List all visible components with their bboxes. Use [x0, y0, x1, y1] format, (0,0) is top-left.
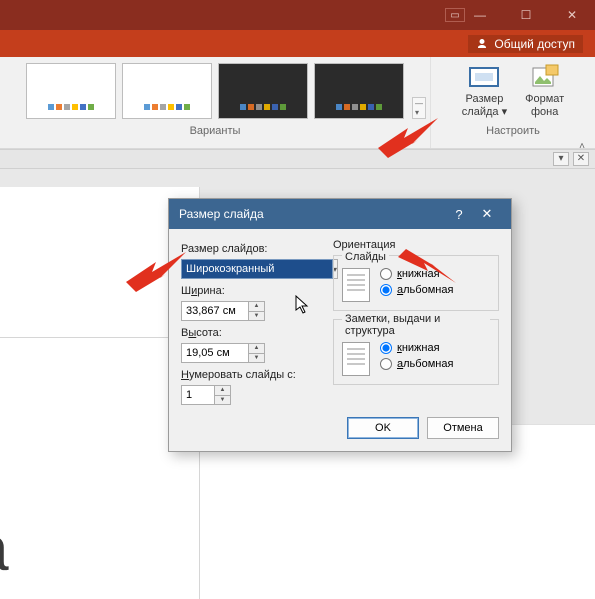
slides-size-label: Размер слайдов:: [181, 243, 321, 255]
slide-size-dialog: Размер слайда ? ✕ Размер слайдов: ▾ Шири…: [168, 198, 512, 452]
notes-portrait-radio[interactable]: книжная: [380, 342, 453, 354]
numbering-label: Нумеровать слайды с:: [181, 369, 321, 381]
ribbon: —▾ Варианты Размер слайда ▾ Формат фона …: [0, 57, 595, 149]
notes-legend: Заметки, выдачи и структура: [342, 313, 490, 337]
width-label: Ширина:: [181, 285, 321, 297]
variant-thumb[interactable]: [122, 63, 212, 119]
numbering-input[interactable]: [181, 385, 215, 405]
slide-size-icon: [467, 63, 501, 91]
share-icon: [476, 38, 488, 50]
notes-orientation-fieldset: Заметки, выдачи и структура книжная альб…: [333, 319, 499, 385]
dialog-close-button[interactable]: ✕: [473, 206, 501, 222]
page-portrait-icon: [342, 268, 370, 302]
dialog-titlebar[interactable]: Размер слайда ? ✕: [169, 199, 511, 229]
ribbon-share-row: Общий доступ: [0, 30, 595, 57]
ok-button[interactable]: OK: [347, 417, 419, 439]
height-spinner[interactable]: ▲▼: [181, 343, 321, 363]
variant-thumb[interactable]: [218, 63, 308, 119]
slide-title-fragment: да: [0, 514, 9, 585]
variant-thumb[interactable]: [26, 63, 116, 119]
variants-group-label: Варианты: [190, 125, 241, 137]
slide-size-label: Размер слайда ▾: [462, 93, 507, 119]
dialog-title: Размер слайда: [179, 207, 264, 221]
spinner-arrows[interactable]: ▲▼: [215, 385, 231, 405]
background-format-button[interactable]: Формат фона: [525, 63, 564, 119]
dialog-help-button[interactable]: ?: [445, 207, 473, 222]
background-format-icon: [528, 63, 562, 91]
spinner-arrows[interactable]: ▲▼: [249, 343, 265, 363]
slide-size-button[interactable]: Размер слайда ▾: [462, 63, 507, 119]
height-input[interactable]: [181, 343, 249, 363]
width-input[interactable]: [181, 301, 249, 321]
width-spinner[interactable]: ▲▼: [181, 301, 321, 321]
variant-thumb[interactable]: [314, 63, 404, 119]
slides-size-combo[interactable]: ▾: [181, 259, 321, 279]
slides-size-input[interactable]: [181, 259, 333, 279]
share-label: Общий доступ: [494, 37, 575, 51]
cancel-button[interactable]: Отмена: [427, 417, 499, 439]
ribbon-collapse-button[interactable]: ˄: [579, 141, 585, 152]
window-close-button[interactable]: ✕: [549, 0, 595, 30]
variants-group: —▾ Варианты: [0, 57, 430, 148]
notes-landscape-radio[interactable]: альбомная: [380, 358, 453, 370]
configure-group: Размер слайда ▾ Формат фона Настроить ˄: [430, 57, 595, 148]
variants-more-button[interactable]: —▾: [412, 97, 426, 119]
numbering-spinner[interactable]: ▲▼: [181, 385, 321, 405]
background-format-label: Формат фона: [525, 93, 564, 119]
orientation-title: Ориентация: [333, 239, 499, 251]
pane-dropdown-button[interactable]: ▾: [553, 152, 569, 166]
share-button[interactable]: Общий доступ: [468, 35, 583, 53]
configure-group-label: Настроить: [486, 125, 540, 137]
pane-strip: ▾ ✕: [0, 149, 595, 169]
window-titlebar: ▭ — ☐ ✕: [0, 0, 595, 30]
spinner-arrows[interactable]: ▲▼: [249, 301, 265, 321]
window-maximize-button[interactable]: ☐: [503, 0, 549, 30]
slides-portrait-radio[interactable]: книжная: [380, 268, 453, 280]
slides-orientation-fieldset: Слайды книжная альбомная: [333, 255, 499, 311]
height-label: Высота:: [181, 327, 321, 339]
pane-close-button[interactable]: ✕: [573, 152, 589, 166]
slides-landscape-radio[interactable]: альбомная: [380, 284, 453, 296]
window-minimize-button[interactable]: —: [457, 0, 503, 30]
page-portrait-icon: [342, 342, 370, 376]
slides-legend: Слайды: [342, 251, 389, 263]
